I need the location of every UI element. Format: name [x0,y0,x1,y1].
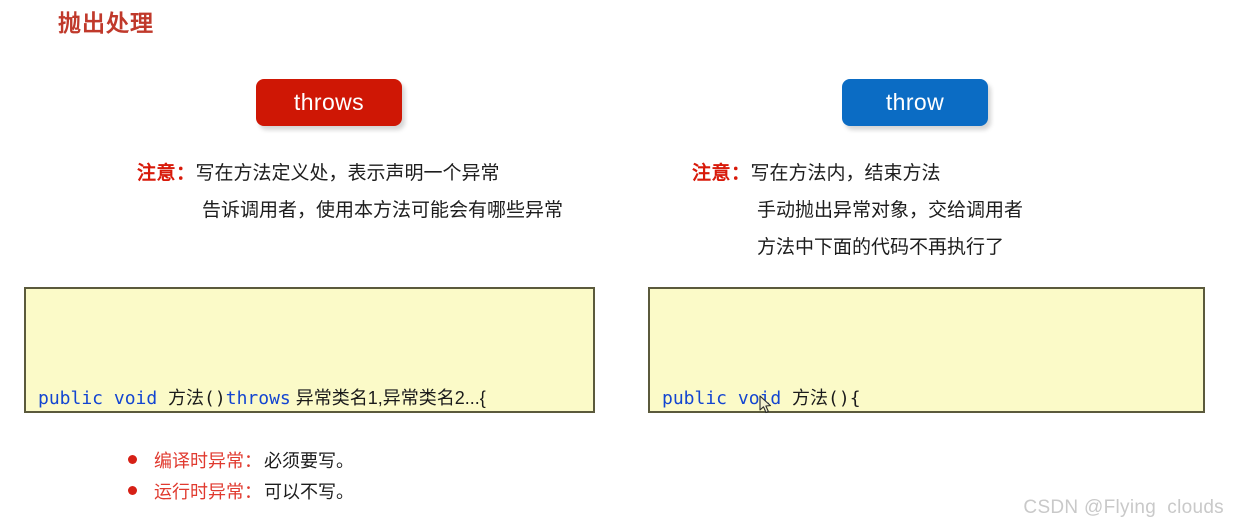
code-keyword-throws: throws [225,388,291,409]
bullet-dot-icon [128,486,137,495]
throw-note-line-2: 手动抛出异常对象，交给调用者 [692,192,1023,229]
throw-note-line-1: 注意：写在方法内，结束方法 [692,155,1023,192]
bullet-dot-icon [128,455,137,464]
bullet-description: 可以不写。 [264,481,354,502]
code-method-name: 方法 [168,388,205,408]
throws-note-line-2: 告诉调用者，使用本方法可能会有哪些异常 [137,192,563,229]
bullet-description: 必须要写。 [264,450,354,471]
throw-note-label: 注意： [692,163,751,184]
list-item: 运行时异常： 可以不写。 [128,475,354,506]
throw-note-line-3: 方法中下面的代码不再执行了 [692,229,1023,266]
bullet-term: 运行时异常： [154,481,262,502]
throw-note-block: 注意：写在方法内，结束方法 手动抛出异常对象，交给调用者 方法中下面的代码不再执… [692,155,1023,266]
page-title: 抛出处理 [58,10,154,36]
throw-note-text-2: 手动抛出异常对象，交给调用者 [757,200,1024,221]
code-method-name: 方法 [792,388,829,408]
throw-pill-label: throw [885,89,945,115]
throw-note-text-3: 方法中下面的代码不再执行了 [757,237,1005,258]
throw-note-text-1: 写在方法内，结束方法 [750,163,941,184]
throws-pill-button[interactable]: throws [256,79,402,126]
throw-code-block: public void 方法(){ throw new NullPointerE… [648,287,1205,413]
list-item: 编译时异常： 必须要写。 [128,444,354,475]
throws-note-line-1: 注意：写在方法定义处，表示声明一个异常 [137,155,563,192]
watermark: CSDN @Flying clouds [1023,497,1224,518]
throws-note-block: 注意：写在方法定义处，表示声明一个异常 告诉调用者，使用本方法可能会有哪些异常 [137,155,563,229]
code-line: public void 方法()throws 异常类名1,异常类名2...{ [38,379,593,411]
code-keyword-public-void: public void [662,388,793,409]
throws-code-block: public void 方法()throws 异常类名1,异常类名2...{ .… [24,287,595,413]
throws-pill-label: throws [293,89,365,115]
throw-pill-button[interactable]: throw [842,79,988,126]
throws-note-label: 注意： [137,163,196,184]
throws-note-text-2: 告诉调用者，使用本方法可能会有哪些异常 [202,200,564,221]
code-keyword-public-void: public void [38,388,169,409]
exception-type-list: 编译时异常： 必须要写。 运行时异常： 可以不写。 [128,444,354,506]
code-exception-names: 异常类名1,异常类名2...{ [290,388,486,408]
code-parens: () [204,388,226,409]
bullet-term: 编译时异常： [154,450,262,471]
slide-canvas: 抛出处理 throws throw 注意：写在方法定义处，表示声明一个异常 告诉… [0,0,1236,526]
throws-note-text-1: 写在方法定义处，表示声明一个异常 [195,163,500,184]
code-parens-brace: (){ [828,388,861,409]
code-line: public void 方法(){ [662,379,1203,411]
